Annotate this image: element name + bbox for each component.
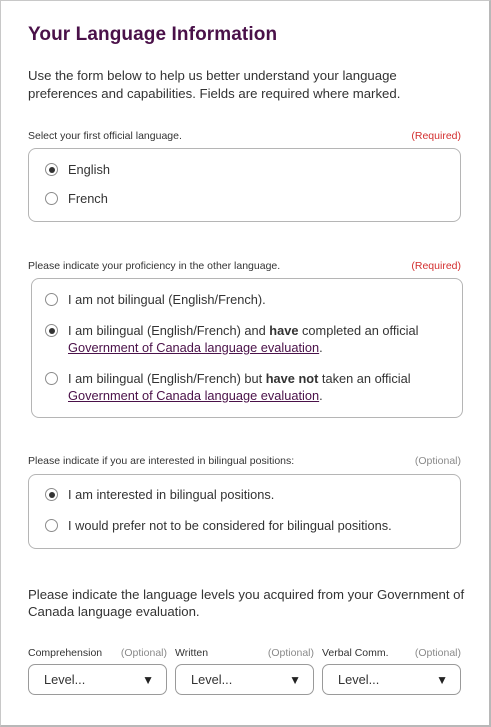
first-language-label: Select your first official language. bbox=[28, 130, 182, 142]
proficiency-label-row: Please indicate your proficiency in the … bbox=[28, 260, 461, 272]
option-text: . bbox=[319, 340, 323, 355]
intro-text: Use the form below to help us better und… bbox=[28, 68, 401, 101]
chevron-down-icon: ▼ bbox=[289, 672, 301, 687]
verbal-comm-select-value: Level... bbox=[338, 672, 380, 687]
verbal-comm-label: Verbal Comm. bbox=[322, 647, 389, 659]
radio-button-checked[interactable] bbox=[45, 163, 58, 176]
radio-button[interactable] bbox=[45, 293, 58, 306]
bilingual-interest-label: Please indicate if you are interested in… bbox=[28, 455, 295, 467]
radio-option-french[interactable]: French bbox=[45, 190, 108, 207]
radio-label-not-bilingual: I am not bilingual (English/French). bbox=[68, 292, 266, 307]
radio-button[interactable] bbox=[45, 372, 58, 385]
optional-indicator: (Optional) bbox=[120, 647, 167, 659]
verbal-comm-select[interactable]: Level... ▼ bbox=[322, 664, 461, 695]
radio-button-checked[interactable] bbox=[45, 488, 58, 501]
radio-option-bilingual-completed[interactable]: I am bilingual (English/French) and have… bbox=[45, 322, 455, 356]
radio-button[interactable] bbox=[45, 192, 58, 205]
gc-evaluation-link[interactable]: Government of Canada language evaluation bbox=[68, 388, 319, 403]
option-text: taken an official bbox=[318, 371, 411, 386]
radio-label-interested: I am interested in bilingual positions. bbox=[68, 487, 275, 502]
gc-evaluation-link[interactable]: Government of Canada language evaluation bbox=[68, 340, 319, 355]
radio-label-french: French bbox=[68, 191, 108, 206]
comprehension-select-value: Level... bbox=[44, 672, 86, 687]
option-text-bold: have not bbox=[265, 371, 319, 386]
radio-button[interactable] bbox=[45, 519, 58, 532]
option-text: . bbox=[319, 388, 323, 403]
written-select[interactable]: Level... ▼ bbox=[175, 664, 314, 695]
radio-label-bilingual-not-taken: I am bilingual (English/French) but have… bbox=[68, 370, 411, 404]
radio-option-not-interested[interactable]: I would prefer not to be considered for … bbox=[45, 517, 392, 534]
radio-option-english[interactable]: English bbox=[45, 161, 110, 178]
radio-option-not-bilingual[interactable]: I am not bilingual (English/French). bbox=[45, 291, 445, 308]
radio-label-not-interested: I would prefer not to be considered for … bbox=[68, 518, 392, 533]
optional-indicator: (Optional) bbox=[414, 647, 461, 659]
written-select-value: Level... bbox=[191, 672, 233, 687]
option-text: completed an official bbox=[298, 323, 419, 338]
required-indicator: (Required) bbox=[411, 130, 461, 142]
chevron-down-icon: ▼ bbox=[142, 672, 154, 687]
chevron-down-icon: ▼ bbox=[436, 672, 448, 687]
first-language-radio-group bbox=[28, 148, 461, 222]
option-text: I am bilingual (English/French) and bbox=[68, 323, 270, 338]
proficiency-label: Please indicate your proficiency in the … bbox=[28, 260, 281, 272]
levels-instructions: Please indicate the language levels you … bbox=[28, 587, 465, 619]
written-label-row: Written (Optional) bbox=[175, 647, 314, 659]
option-text: I am bilingual (English/French) but bbox=[68, 371, 266, 386]
optional-indicator: (Optional) bbox=[414, 455, 461, 467]
comprehension-label: Comprehension bbox=[28, 647, 103, 659]
required-indicator: (Required) bbox=[411, 260, 461, 272]
written-label: Written bbox=[175, 647, 209, 659]
radio-button-checked[interactable] bbox=[45, 324, 58, 337]
comprehension-select[interactable]: Level... ▼ bbox=[28, 664, 167, 695]
radio-option-interested[interactable]: I am interested in bilingual positions. bbox=[45, 486, 274, 503]
page-title: Your Language Information bbox=[28, 24, 278, 45]
bilingual-interest-label-row: Please indicate if you are interested in… bbox=[28, 455, 461, 467]
optional-indicator: (Optional) bbox=[267, 647, 314, 659]
option-text-bold: have bbox=[269, 323, 299, 338]
first-language-label-row: Select your first official language. (Re… bbox=[28, 130, 461, 142]
radio-option-bilingual-not-taken[interactable]: I am bilingual (English/French) but have… bbox=[45, 370, 455, 404]
radio-label-english: English bbox=[68, 162, 110, 177]
verbal-label-row: Verbal Comm. (Optional) bbox=[322, 647, 461, 659]
comprehension-label-row: Comprehension (Optional) bbox=[28, 647, 167, 659]
radio-label-bilingual-completed: I am bilingual (English/French) and have… bbox=[68, 322, 418, 356]
